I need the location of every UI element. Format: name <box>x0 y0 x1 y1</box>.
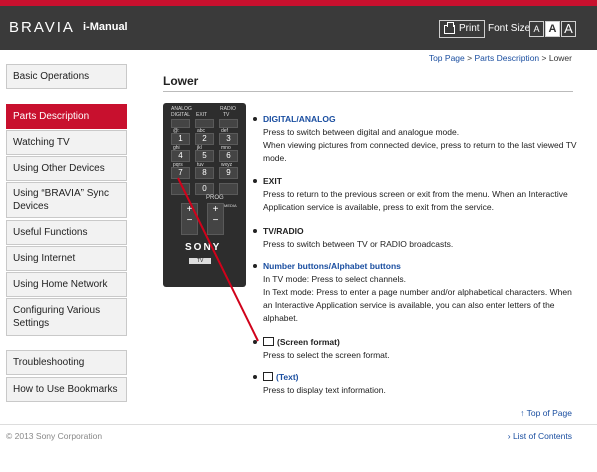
list-item: DIGITAL/ANALOG Press to switch between d… <box>253 113 578 165</box>
item-desc: In Text mode: Press to enter a page numb… <box>263 287 572 323</box>
bullet <box>253 229 257 233</box>
top-of-page-label: Top of Page <box>526 408 572 418</box>
item-desc: Press to select the screen format. <box>263 350 390 360</box>
list-item: Number buttons/Alphabet buttons In TV mo… <box>253 260 578 325</box>
item-title: EXIT <box>263 176 282 186</box>
item-desc: Press to display text information. <box>263 385 386 395</box>
footer-divider <box>0 424 597 425</box>
item-desc: Press to switch between TV or RADIO broa… <box>263 239 454 249</box>
bullet <box>253 340 257 344</box>
text-icon <box>263 372 273 381</box>
item-desc: In TV mode: Press to select channels. <box>263 274 406 284</box>
item-title[interactable]: Number buttons/Alphabet buttons <box>263 260 578 273</box>
item-desc: Press to return to the previous screen o… <box>263 189 568 212</box>
bullet <box>253 264 257 268</box>
list-item: EXIT Press to return to the previous scr… <box>253 175 578 214</box>
screen-format-icon <box>263 337 274 346</box>
bullet <box>253 375 257 379</box>
bullet <box>253 179 257 183</box>
item-title-row[interactable]: (Text) <box>263 371 578 384</box>
item-title: (Text) <box>276 372 299 382</box>
bullet <box>253 117 257 121</box>
list-item: (Text) Press to display text information… <box>253 371 578 397</box>
list-item: (Screen format) Press to select the scre… <box>253 336 578 362</box>
item-desc: Press to switch between digital and anal… <box>263 127 460 137</box>
item-desc: When viewing pictures from connected dev… <box>263 140 577 163</box>
list-of-contents-link[interactable]: › List of Contents <box>508 431 572 441</box>
list-of-contents-label: List of Contents <box>512 431 572 441</box>
copyright: © 2013 Sony Corporation <box>6 431 103 441</box>
item-title: (Screen format) <box>277 337 340 347</box>
item-title[interactable]: DIGITAL/ANALOG <box>263 113 578 126</box>
top-of-page-link[interactable]: ↑ Top of Page <box>520 408 572 418</box>
list-item: TV/RADIO Press to switch between TV or R… <box>253 225 578 251</box>
item-title-row: (Screen format) <box>263 336 578 349</box>
item-title: TV/RADIO <box>263 226 304 236</box>
